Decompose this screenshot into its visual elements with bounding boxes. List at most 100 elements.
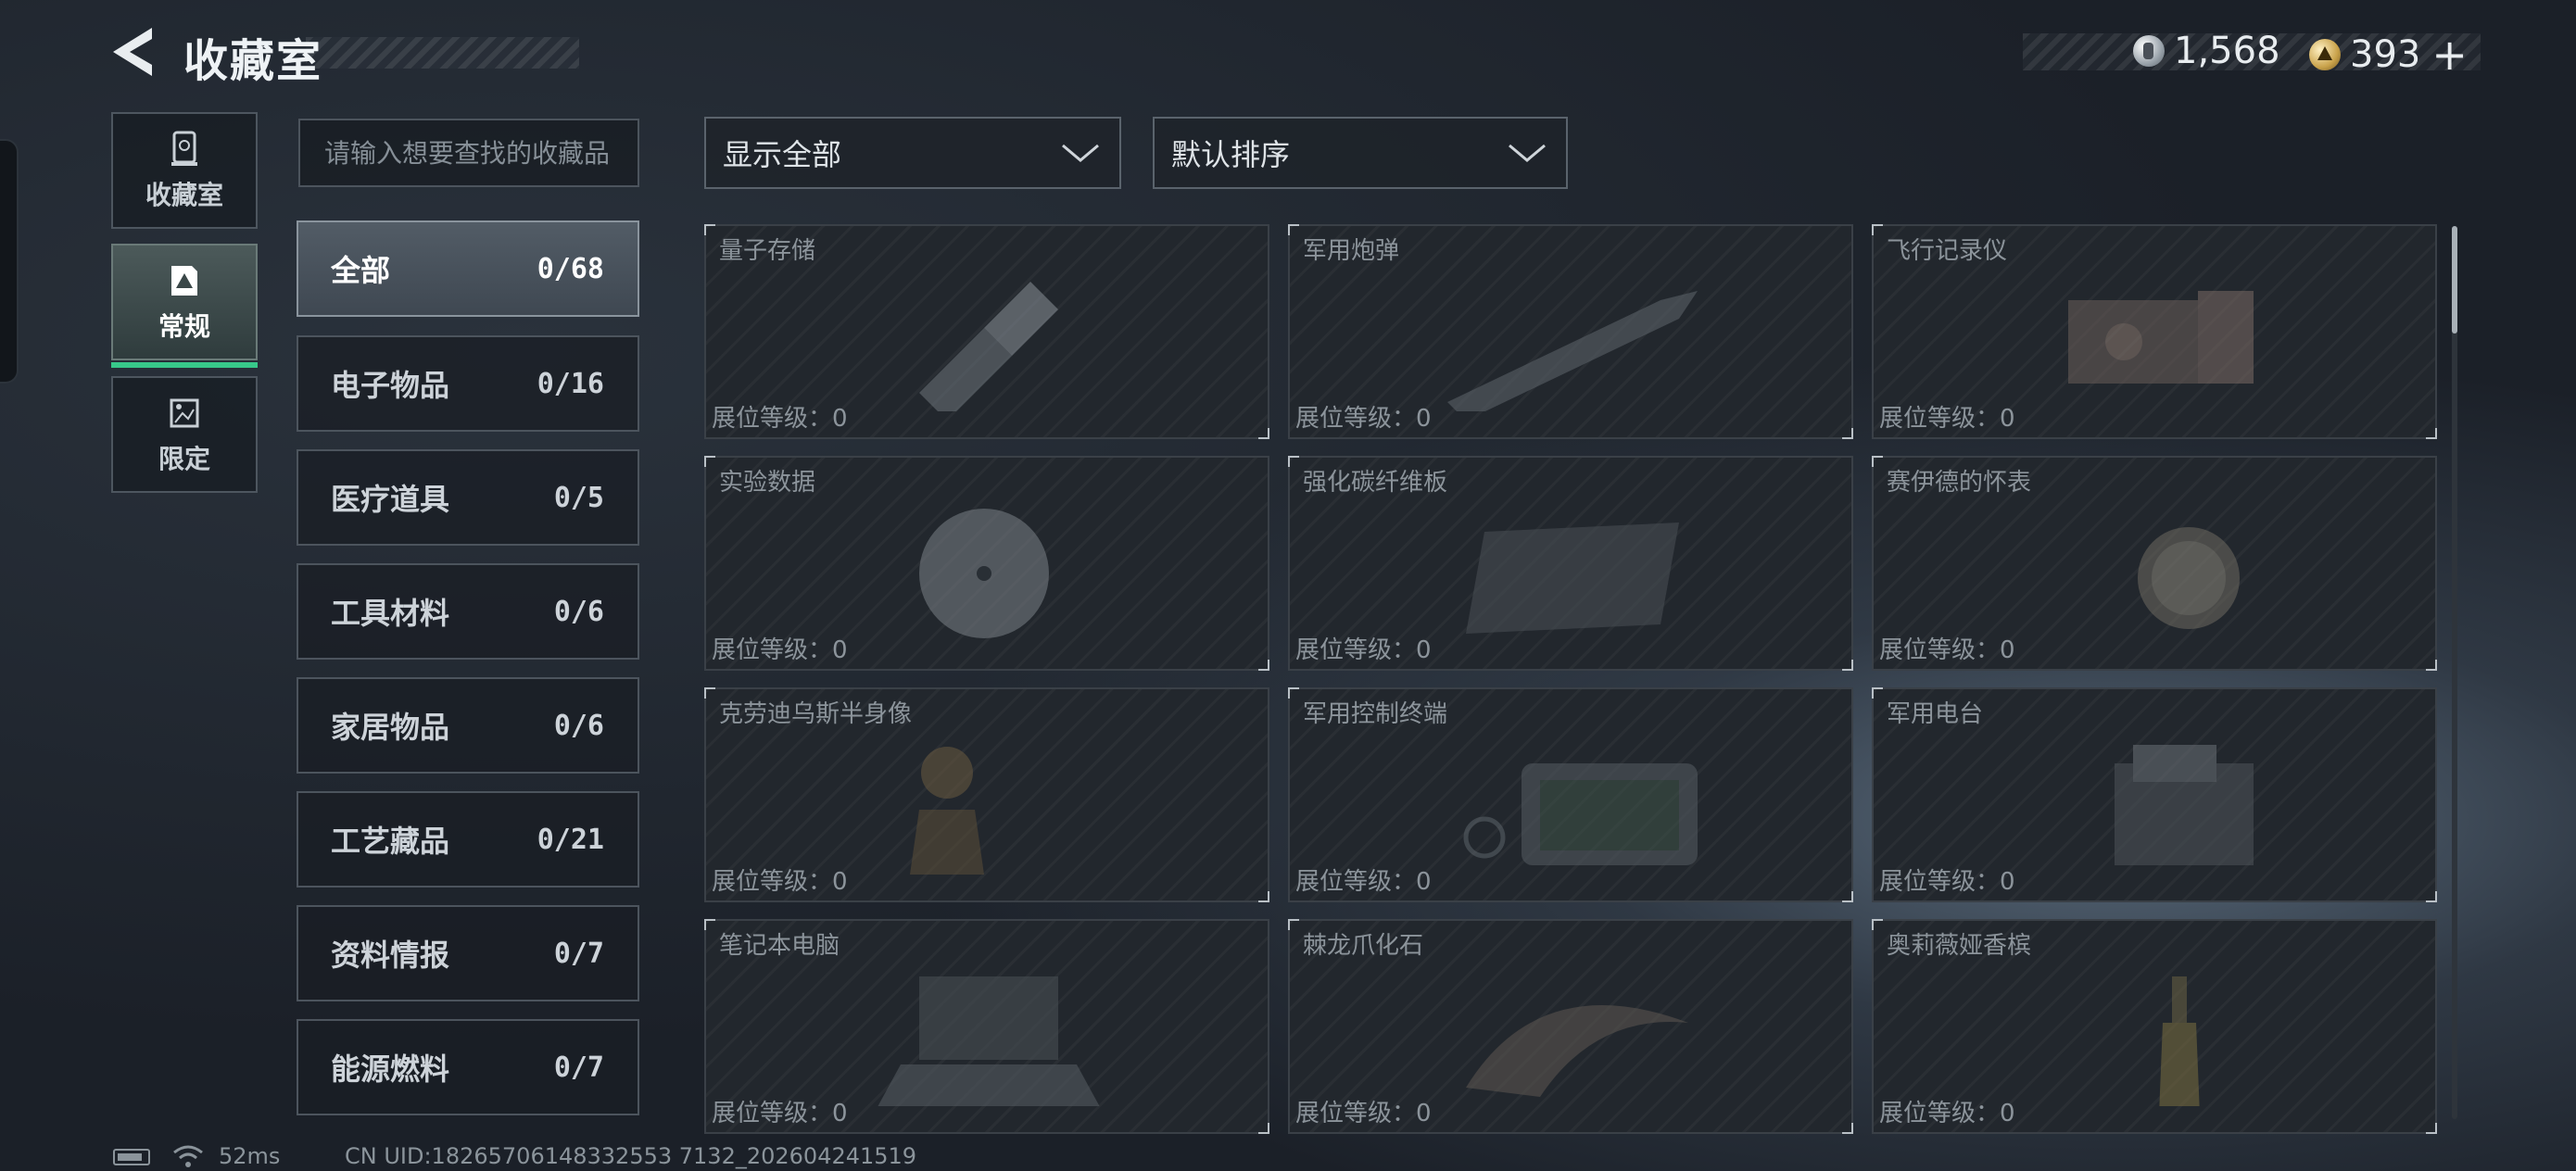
- laptop-icon: [878, 976, 1100, 1106]
- category-tools[interactable]: 工具材料 0/6: [297, 563, 639, 660]
- title-decoration: [306, 37, 579, 69]
- item-level: 展位等级：0: [1295, 636, 1432, 664]
- plate-icon: [1466, 523, 1679, 634]
- item-card-carbon-fiber-plate[interactable]: 强化碳纤维板 展位等级：0: [1288, 456, 1853, 671]
- item-name: 军用电台: [1887, 700, 1984, 728]
- display-filter-dropdown[interactable]: 显示全部: [704, 117, 1121, 189]
- sort-dropdown[interactable]: 默认排序: [1153, 117, 1568, 189]
- category-count: 0/6: [553, 595, 604, 628]
- silver-currency: 1,568: [2133, 30, 2280, 72]
- gold-currency[interactable]: 393 +: [2309, 30, 2468, 80]
- category-name: 能源燃料: [331, 1051, 450, 1087]
- gallery-icon: [170, 398, 199, 428]
- item-level: 展位等级：0: [1879, 636, 2015, 664]
- item-card-quantum-storage[interactable]: 量子存储 展位等级：0: [704, 224, 1269, 439]
- scrollbar-track[interactable]: [2452, 226, 2457, 1119]
- item-card-military-shell[interactable]: 军用炮弹 展位等级：0: [1288, 224, 1853, 439]
- side-tab-label: 常规: [158, 311, 210, 342]
- item-level: 展位等级：0: [1295, 405, 1432, 433]
- item-name: 量子存储: [719, 237, 816, 265]
- usb-drive-icon: [919, 282, 1058, 411]
- category-count: 0/16: [537, 367, 604, 400]
- back-arrow-icon[interactable]: [109, 26, 158, 78]
- category-name: 家居物品: [331, 710, 450, 745]
- terminal-icon: [1463, 763, 1698, 865]
- item-level: 展位等级：0: [1879, 1100, 2015, 1127]
- item-card-experiment-data[interactable]: 实验数据 展位等级：0: [704, 456, 1269, 671]
- scrollbar-thumb[interactable]: [2452, 226, 2457, 334]
- category-name: 工艺藏品: [331, 824, 450, 859]
- add-currency-button[interactable]: +: [2431, 30, 2468, 80]
- item-name: 军用控制终端: [1303, 700, 1448, 728]
- item-name: 奥莉薇娅香槟: [1887, 932, 2032, 960]
- side-tab-limited[interactable]: 限定: [111, 376, 258, 493]
- silver-amount: 1,568: [2174, 30, 2280, 72]
- category-count: 0/7: [553, 1051, 604, 1084]
- category-name: 电子物品: [331, 368, 450, 403]
- side-tab-label: 限定: [158, 444, 210, 474]
- item-level: 展位等级：0: [1879, 868, 2015, 896]
- item-card-control-terminal[interactable]: 军用控制终端 展位等级：0: [1288, 687, 1853, 902]
- collection-icon: [171, 266, 197, 296]
- chevron-down-icon: [1062, 144, 1099, 162]
- side-tab-collection-room[interactable]: 收藏室: [111, 112, 258, 229]
- side-tab-regular[interactable]: 常规: [111, 244, 258, 368]
- item-name: 军用炮弹: [1303, 237, 1400, 265]
- page-title: 收藏室: [183, 35, 323, 87]
- category-count: 0/68: [537, 252, 604, 285]
- category-electronics[interactable]: 电子物品 0/16: [297, 335, 639, 432]
- radio-icon: [2115, 745, 2254, 865]
- item-name: 飞行记录仪: [1887, 237, 2008, 265]
- category-intel[interactable]: 资料情报 0/7: [297, 905, 639, 1001]
- category-count: 0/7: [553, 937, 604, 970]
- item-card-spinosaurus-claw[interactable]: 棘龙爪化石 展位等级：0: [1288, 919, 1853, 1134]
- item-level: 展位等级：0: [712, 868, 848, 896]
- item-name: 笔记本电脑: [719, 932, 840, 960]
- item-name: 实验数据: [719, 469, 816, 497]
- bust-icon: [910, 747, 984, 875]
- trophy-icon: [171, 131, 197, 166]
- search-input[interactable]: [298, 119, 639, 187]
- category-count: 0/21: [537, 823, 604, 856]
- category-all[interactable]: 全部 0/68: [297, 220, 639, 317]
- item-name: 克劳迪乌斯半身像: [719, 700, 913, 728]
- category-name: 工具材料: [331, 596, 450, 631]
- fossil-claw-icon: [1466, 1005, 1688, 1097]
- display-filter-value: 显示全部: [723, 137, 842, 172]
- item-level: 展位等级：0: [1295, 868, 1432, 896]
- battery-icon: [113, 1149, 150, 1165]
- pocket-watch-icon: [2138, 527, 2240, 629]
- champagne-bottle-icon: [2159, 976, 2200, 1106]
- edge-handle: [0, 139, 19, 384]
- flight-recorder-icon: [2068, 291, 2254, 384]
- shell-icon: [1447, 291, 1698, 411]
- item-level: 展位等级：0: [712, 636, 848, 664]
- category-household[interactable]: 家居物品 0/6: [297, 677, 639, 774]
- category-name: 医疗道具: [331, 482, 450, 517]
- category-count: 0/6: [553, 709, 604, 742]
- uid-text: CN UID:18265706148332553 7132_2026042415…: [345, 1143, 917, 1169]
- item-card-champagne[interactable]: 奥莉薇娅香槟 展位等级：0: [1872, 919, 2437, 1134]
- item-card-laptop[interactable]: 笔记本电脑 展位等级：0: [704, 919, 1269, 1134]
- gold-amount: 393: [2350, 33, 2421, 76]
- item-name: 强化碳纤维板: [1303, 469, 1448, 497]
- category-name: 资料情报: [331, 938, 450, 973]
- sort-value: 默认排序: [1171, 137, 1291, 172]
- category-medical[interactable]: 医疗道具 0/5: [297, 449, 639, 546]
- category-energy[interactable]: 能源燃料 0/7: [297, 1019, 639, 1115]
- item-card-claudius-bust[interactable]: 克劳迪乌斯半身像 展位等级：0: [704, 687, 1269, 902]
- silver-coin-icon: [2133, 35, 2165, 67]
- item-level: 展位等级：0: [1879, 405, 2015, 433]
- category-name: 全部: [331, 253, 391, 288]
- category-count: 0/5: [553, 481, 604, 514]
- item-level: 展位等级：0: [1295, 1100, 1432, 1127]
- ping-text: 52ms: [219, 1143, 281, 1169]
- item-level: 展位等级：0: [712, 1100, 848, 1127]
- category-crafts[interactable]: 工艺藏品 0/21: [297, 791, 639, 888]
- item-card-flight-recorder[interactable]: 飞行记录仪 展位等级：0: [1872, 224, 2437, 439]
- item-card-pocket-watch[interactable]: 赛伊德的怀表 展位等级：0: [1872, 456, 2437, 671]
- item-card-military-radio[interactable]: 军用电台 展位等级：0: [1872, 687, 2437, 902]
- disc-icon: [919, 509, 1049, 638]
- gold-coin-icon: [2309, 39, 2341, 70]
- item-level: 展位等级：0: [712, 405, 848, 433]
